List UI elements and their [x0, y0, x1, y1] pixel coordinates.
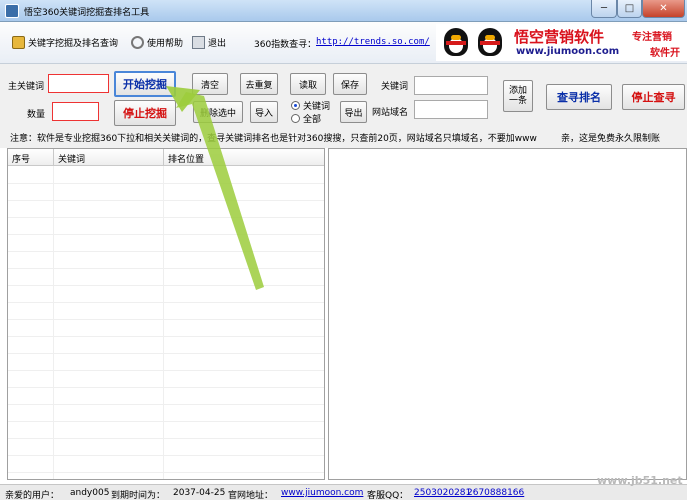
- qq-label: 客服QQ：: [367, 491, 409, 501]
- qq-link[interactable]: 2503020281: [414, 488, 471, 498]
- window-title: 悟空360关键词挖掘查排名工具: [24, 8, 150, 18]
- query-rank-button[interactable]: 查寻排名: [546, 84, 612, 110]
- minimize-button[interactable]: ─: [591, 0, 617, 18]
- table-row-line: [8, 251, 324, 252]
- notice-text: 注意：软件是专业挖掘360下拉和相关关键词的，查寻关键词排名也是针对360搜搜，…: [10, 134, 537, 144]
- radio-keyword[interactable]: 关键词: [291, 99, 330, 112]
- table-header: 序号 关键词 排名位置: [8, 149, 324, 166]
- radio-all-label: 全部: [303, 115, 322, 125]
- save-button[interactable]: 保存: [333, 73, 367, 95]
- dedupe-button[interactable]: 去重复: [240, 73, 278, 95]
- close-button[interactable]: ✕: [642, 0, 685, 18]
- status-bar: 亲爱的用户： andy005 到期时间为： 2037-04-25 官网地址： w…: [0, 484, 687, 501]
- radio-keyword-label: 关键词: [303, 102, 331, 112]
- table-row-line: [8, 353, 324, 354]
- start-dig-button[interactable]: 开始挖掘: [114, 71, 176, 97]
- column-header-rank[interactable]: 排名位置: [168, 152, 204, 165]
- table-row-line: [8, 370, 324, 371]
- ad-slogan: 专注营销: [632, 32, 672, 43]
- add-one-label: 添加: [508, 86, 527, 96]
- exit-menu[interactable]: 退出: [192, 36, 226, 49]
- add-one-label: 一条: [508, 96, 527, 106]
- table-row-line: [8, 472, 324, 473]
- radio-selected-icon: [291, 101, 300, 110]
- table-row-line: [8, 404, 324, 405]
- dig-rank-menu[interactable]: 关键字挖掘及排名查询: [12, 36, 118, 49]
- maximize-button[interactable]: □: [617, 0, 642, 18]
- table-row-line: [8, 319, 324, 320]
- read-button[interactable]: 读取: [290, 73, 326, 95]
- exit-label: 退出: [208, 39, 227, 49]
- ad-title: 悟空营销软件: [514, 28, 605, 46]
- table-row-line: [8, 302, 324, 303]
- table-row-line: [8, 387, 324, 388]
- exit-icon: [192, 36, 205, 49]
- table-row-line: [8, 200, 324, 201]
- dig-icon: [12, 36, 25, 49]
- table-row-line: [8, 183, 324, 184]
- dig-rank-label: 关键字挖掘及排名查询: [28, 39, 119, 49]
- clear-button[interactable]: 清空: [192, 73, 228, 95]
- trend-label: 360指数查寻：: [254, 40, 317, 50]
- table-row-line: [8, 217, 324, 218]
- table-row-line: [8, 455, 324, 456]
- user-name: andy005: [70, 488, 110, 498]
- ad-url: www.jiumoon.com: [516, 46, 620, 57]
- table-row-line: [8, 438, 324, 439]
- expire-date: 2037-04-25: [173, 488, 226, 498]
- table-row-line: [8, 268, 324, 269]
- main-keyword-input[interactable]: [48, 74, 109, 93]
- keyword-input[interactable]: [414, 76, 488, 95]
- table-row-line: [8, 285, 324, 286]
- qq-link[interactable]: 2670888166: [467, 488, 524, 498]
- help-label: 使用帮助: [147, 39, 184, 49]
- radio-unselected-icon: [291, 114, 300, 123]
- ad-slogan: 软件开: [650, 48, 680, 59]
- stop-query-button[interactable]: 停止查寻: [622, 84, 685, 110]
- stop-dig-button[interactable]: 停止挖掘: [114, 100, 176, 126]
- domain-label: 网站域名: [372, 108, 409, 118]
- column-header-index[interactable]: 序号: [12, 152, 30, 165]
- site-link[interactable]: www.jiumoon.com: [281, 488, 363, 498]
- watermark: www.jb51.net: [597, 474, 683, 487]
- help-menu[interactable]: 使用帮助: [131, 36, 183, 49]
- trend-link[interactable]: http://trends.so.com/: [316, 37, 430, 47]
- add-one-button[interactable]: 添加 一条: [503, 80, 533, 112]
- delete-selected-button[interactable]: 删除选中: [193, 101, 243, 123]
- keyword-label: 关键词: [381, 82, 409, 92]
- main-keyword-label: 主关键词: [8, 82, 45, 92]
- table-row-line: [8, 421, 324, 422]
- domain-input[interactable]: [414, 100, 488, 119]
- table-row-line: [8, 234, 324, 235]
- gear-icon: [131, 36, 144, 49]
- radio-all[interactable]: 全部: [291, 112, 321, 125]
- count-input[interactable]: [52, 102, 99, 121]
- import-button[interactable]: 导入: [250, 101, 278, 123]
- table-row-line: [8, 336, 324, 337]
- export-button[interactable]: 导出: [340, 101, 367, 123]
- rank-result-panel[interactable]: [328, 148, 687, 480]
- site-label: 官网地址：: [228, 491, 274, 501]
- app-icon: [5, 4, 19, 18]
- user-label: 亲爱的用户：: [5, 491, 60, 501]
- column-header-keyword[interactable]: 关键词: [58, 152, 85, 165]
- ad-banner[interactable]: 悟空营销软件 www.jiumoon.com 专注营销 软件开: [436, 24, 687, 61]
- count-label: 数量: [27, 110, 46, 120]
- penguin-logo-icon: [440, 26, 472, 60]
- keyword-result-table[interactable]: 序号 关键词 排名位置: [7, 148, 325, 480]
- expire-label: 到期时间为：: [111, 491, 166, 501]
- notice-right-text: 亲，这是免费永久限制账: [561, 134, 661, 144]
- penguin-logo-icon: [474, 26, 506, 60]
- title-bar: 悟空360关键词挖掘查排名工具 ─ □ ✕: [0, 0, 687, 22]
